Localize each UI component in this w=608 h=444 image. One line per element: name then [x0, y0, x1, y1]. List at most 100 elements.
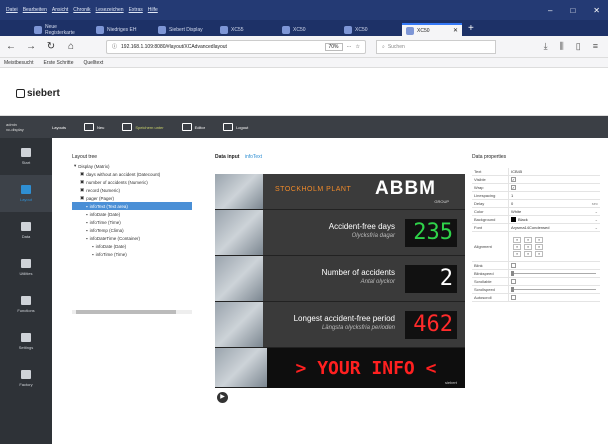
- tree-node[interactable]: ▪ infoTime (Time): [72, 218, 192, 226]
- tree-node[interactable]: ▪ infoTime (Time): [72, 250, 192, 258]
- tree-node[interactable]: ▣ days without an accident (Datecount): [72, 170, 192, 178]
- checkbox[interactable]: ✓: [511, 185, 516, 190]
- sidebar-icon[interactable]: ▯: [576, 41, 581, 52]
- home-icon[interactable]: ⌂: [66, 41, 76, 52]
- sidebar-item-utilities[interactable]: Utilities: [0, 249, 52, 286]
- toolbar-logout[interactable]: Logout: [223, 123, 248, 131]
- property-value[interactable]: Black ⌄: [508, 216, 600, 223]
- bookmark-item[interactable]: Meistbesucht: [4, 60, 33, 66]
- tree-node[interactable]: ▪ infoText (Text area): [72, 202, 192, 210]
- new-tab-icon[interactable]: +: [468, 23, 474, 34]
- slider[interactable]: [511, 271, 596, 276]
- menu-item[interactable]: Bearbeiten: [23, 7, 47, 13]
- tab-close-icon[interactable]: ✕: [453, 27, 458, 34]
- property-value[interactable]: [508, 270, 600, 277]
- align-icon[interactable]: ≡: [524, 243, 532, 250]
- zoom-badge[interactable]: 70%: [324, 42, 343, 51]
- property-value[interactable]: Arysma14Condensed ⌄: [508, 224, 600, 231]
- tree-node[interactable]: ▪ infoTemp (Clima): [72, 226, 192, 234]
- menu-item[interactable]: Ansicht: [52, 7, 68, 13]
- menu-item[interactable]: Extras: [129, 7, 143, 13]
- menu-item[interactable]: Hilfe: [148, 7, 158, 13]
- align-icon[interactable]: ≡: [535, 250, 543, 257]
- toolbar-editor[interactable]: Editor: [181, 123, 205, 131]
- node-icon: ▣: [80, 179, 85, 184]
- property-value[interactable]: [508, 286, 600, 293]
- sidebar-item-start[interactable]: Start: [0, 138, 52, 175]
- tree-scrollbar[interactable]: [72, 310, 192, 314]
- tree-node[interactable]: ▾ Display (Matrix): [72, 162, 192, 170]
- hamburger-icon[interactable]: ≡: [593, 41, 598, 52]
- menu-item[interactable]: Datei: [6, 7, 18, 13]
- tab-label: Niedriges EH: [107, 26, 137, 33]
- tree-node[interactable]: ▪ infoDate (Date): [72, 242, 192, 250]
- browser-tab[interactable]: Siebert Display: [154, 23, 214, 36]
- bookmark-item[interactable]: Erste Schritte: [43, 60, 73, 66]
- property-value[interactable]: ≡ ≡ ≡ ≡ ≡ ≡ ≡ ≡ ≡: [508, 232, 600, 261]
- toolbar-new[interactable]: Neu: [84, 123, 104, 131]
- color-swatch: [511, 217, 516, 222]
- browser-tab[interactable]: XC50: [340, 23, 400, 36]
- bookmark-item[interactable]: Quelltext: [83, 60, 103, 66]
- browser-tab[interactable]: XC50: [278, 23, 338, 36]
- property-value[interactable]: ✓: [508, 184, 600, 191]
- sidebar-item-functions[interactable]: Functions: [0, 286, 52, 323]
- play-icon[interactable]: ▶: [217, 392, 228, 403]
- maximize-icon[interactable]: □: [570, 6, 575, 15]
- sidebar-item-layout[interactable]: Layout: [0, 175, 52, 212]
- align-icon[interactable]: ≡: [513, 250, 521, 257]
- property-value[interactable]: [508, 294, 600, 301]
- checkbox[interactable]: ✓: [511, 177, 516, 182]
- search-input[interactable]: ⌕ Suchen: [376, 39, 496, 54]
- url-bar[interactable]: ⓘ 192.168.1.109:8080/#layout/XCAdvancedl…: [106, 39, 366, 54]
- reload-icon[interactable]: ↻: [46, 41, 56, 52]
- property-value[interactable]: ICB45: [508, 168, 600, 175]
- toolbar-save-as[interactable]: Speichern unter: [122, 123, 164, 131]
- browser-tab[interactable]: XC50 ✕: [402, 23, 462, 36]
- browser-tab[interactable]: XC55: [216, 23, 276, 36]
- tree-node[interactable]: ▣ number of accidents (Numeric): [72, 178, 192, 186]
- property-value[interactable]: White ⌄: [508, 208, 600, 215]
- forward-icon[interactable]: →: [26, 41, 36, 52]
- tree-node[interactable]: ▣ pager (Pager): [72, 194, 192, 202]
- menu-item[interactable]: Lesezeichen: [96, 7, 124, 13]
- checkbox[interactable]: [511, 263, 516, 268]
- checkbox[interactable]: [511, 295, 516, 300]
- tree-node[interactable]: ▣ record (Numeric): [72, 186, 192, 194]
- tree-node[interactable]: ▪ infoDate (Date): [72, 210, 192, 218]
- star-icon[interactable]: ☆: [356, 44, 360, 50]
- menu-item[interactable]: Chronik: [73, 7, 90, 13]
- property-value[interactable]: [508, 262, 600, 269]
- more-icon[interactable]: ···: [347, 44, 352, 50]
- property-value[interactable]: [508, 278, 600, 285]
- tree-label: number of accidents (Numeric): [86, 179, 148, 185]
- layout-tree: ▾ Display (Matrix) ▣ days without an accide…: [72, 162, 192, 258]
- sidebar-item-settings[interactable]: Settings: [0, 323, 52, 360]
- browser-tab[interactable]: Neue Registerkarte: [30, 23, 90, 36]
- align-icon[interactable]: ≡: [535, 243, 543, 250]
- tree-node[interactable]: ▪ infoDateTime (Container): [72, 234, 192, 242]
- checkbox[interactable]: [511, 279, 516, 284]
- library-icon[interactable]: ⫼: [560, 41, 564, 52]
- align-icon[interactable]: ≡: [513, 236, 521, 243]
- property-value[interactable]: 0 sec: [508, 200, 600, 207]
- property-value[interactable]: ✓: [508, 176, 600, 183]
- align-icon[interactable]: ≡: [535, 236, 543, 243]
- slider[interactable]: [511, 287, 596, 292]
- property-key: Scrollable: [474, 279, 492, 284]
- sidebar-item-data[interactable]: Data: [0, 212, 52, 249]
- property-value[interactable]: 1: [508, 192, 600, 199]
- align-icon[interactable]: ≡: [513, 243, 521, 250]
- sidebar-item-factory[interactable]: Factory: [0, 360, 52, 397]
- back-icon[interactable]: ←: [6, 41, 16, 52]
- tab-label: XC50: [417, 27, 430, 34]
- close-icon[interactable]: ✕: [593, 6, 600, 15]
- download-icon[interactable]: ⤓: [544, 41, 548, 52]
- browser-tab[interactable]: Niedriges EH: [92, 23, 152, 36]
- data-input-link[interactable]: infoText: [245, 154, 262, 160]
- align-icon[interactable]: ≡: [524, 250, 532, 257]
- minimize-icon[interactable]: –: [548, 6, 552, 15]
- property-key: Visible: [474, 177, 486, 182]
- toolbar-layouts[interactable]: Layouts: [52, 125, 66, 130]
- align-icon[interactable]: ≡: [524, 236, 532, 243]
